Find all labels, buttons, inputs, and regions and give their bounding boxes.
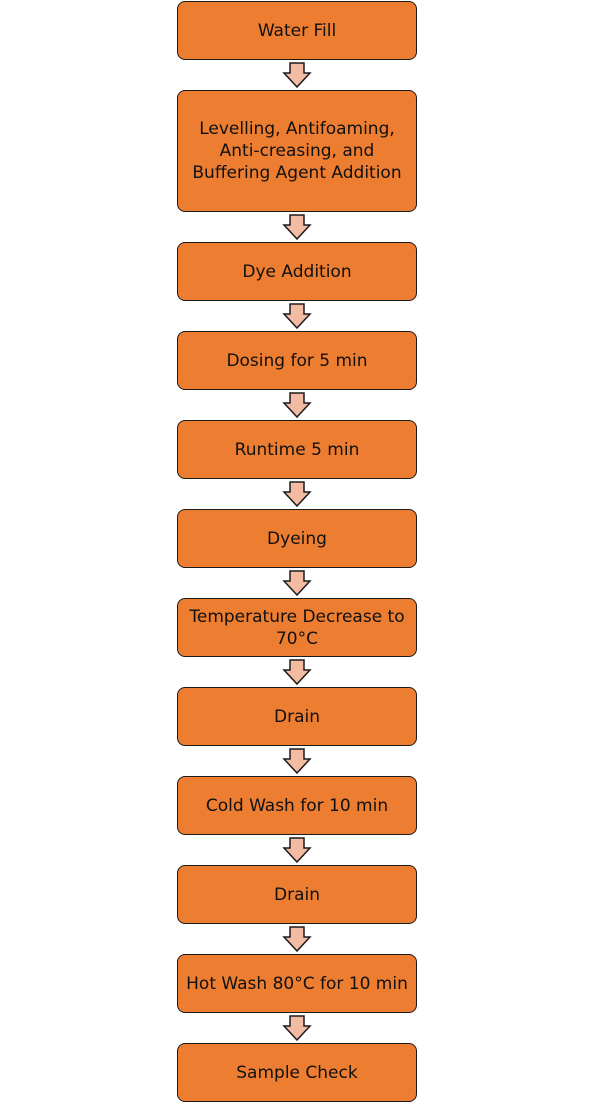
- down-arrow-icon: [177, 568, 417, 598]
- process-step: Cold Wash for 10 min: [177, 776, 417, 835]
- process-step: Runtime 5 min: [177, 420, 417, 479]
- process-step: Drain: [177, 687, 417, 746]
- down-arrow-icon: [177, 746, 417, 776]
- process-step: Drain: [177, 865, 417, 924]
- flowchart: Water Fill Levelling, Antifoaming, Anti-c…: [177, 1, 417, 1102]
- down-arrow-icon: [177, 301, 417, 331]
- down-arrow-icon: [177, 60, 417, 90]
- down-arrow-icon: [177, 924, 417, 954]
- down-arrow-icon: [177, 212, 417, 242]
- process-step: Temperature Decrease to 70°C: [177, 598, 417, 657]
- process-step: Water Fill: [177, 1, 417, 60]
- process-step: Dosing for 5 min: [177, 331, 417, 390]
- down-arrow-icon: [177, 479, 417, 509]
- down-arrow-icon: [177, 835, 417, 865]
- down-arrow-icon: [177, 657, 417, 687]
- process-step: Levelling, Antifoaming, Anti-creasing, a…: [177, 90, 417, 212]
- down-arrow-icon: [177, 1013, 417, 1043]
- process-step: Dyeing: [177, 509, 417, 568]
- process-step: Dye Addition: [177, 242, 417, 301]
- process-step: Hot Wash 80°C for 10 min: [177, 954, 417, 1013]
- down-arrow-icon: [177, 390, 417, 420]
- process-step: Sample Check: [177, 1043, 417, 1102]
